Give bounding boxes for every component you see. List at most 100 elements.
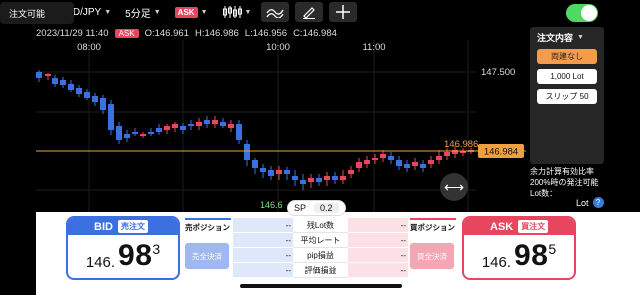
order-enabled-label: 注文可能 <box>9 8 46 19</box>
candle-body <box>52 78 58 84</box>
vertical-gridlines <box>88 40 469 212</box>
sell-value: -- <box>233 218 293 233</box>
hedge-option-button[interactable]: 両建なし <box>537 49 597 64</box>
bid-header: BID 売注文 <box>68 218 178 235</box>
candle-body <box>372 158 378 160</box>
spread-label: SP <box>294 203 307 213</box>
buy-value: -- <box>348 233 408 248</box>
side-select[interactable]: ASK ▼ <box>171 2 212 22</box>
table-row: -- 評価損益 -- <box>233 263 408 278</box>
order-settings-header[interactable]: 注文内容 ▼ <box>530 29 604 45</box>
timeframe-select[interactable]: 5分足 ▼ <box>121 2 165 22</box>
candle-body <box>428 160 434 164</box>
chevron-down-icon: ▼ <box>577 33 584 41</box>
ask-price-main: 98 <box>514 239 549 272</box>
row-label: pip損益 <box>293 248 348 263</box>
buy-position-column: 買ポジション 買全決済 <box>410 218 456 280</box>
ask-header: ASK 買注文 <box>464 218 574 235</box>
ask-price-prefix: 146. <box>481 254 512 271</box>
bid-price-pip: 3 <box>152 241 161 257</box>
candle-body <box>348 170 354 174</box>
candle-body <box>228 124 234 128</box>
candle-body <box>100 98 106 110</box>
table-row: -- 残Lot数 -- <box>233 218 408 233</box>
candle-body <box>36 72 42 78</box>
order-settings-title: 注文内容 <box>537 32 574 43</box>
bid-price-main: 98 <box>118 239 153 272</box>
bid-price-prefix: 146. <box>85 254 116 271</box>
indicator-wave-icon <box>266 9 285 18</box>
home-indicator <box>240 284 402 288</box>
sell-settle-all-button[interactable]: 売全決済 <box>185 243 229 269</box>
bid-sell-button[interactable]: BID 売注文 146. 98 3 <box>66 216 180 280</box>
candle-body <box>140 134 146 136</box>
candle-body <box>156 128 162 132</box>
sell-position-title: 売ポジション <box>185 218 231 233</box>
plus-icon <box>336 5 351 19</box>
ask-buy-button[interactable]: ASK 買注文 146. 98 5 <box>462 216 576 280</box>
table-row: -- 平均レート -- <box>233 233 408 248</box>
price-axis-label: 147.500 <box>481 67 515 78</box>
candle-body <box>204 120 210 124</box>
sell-value: -- <box>233 248 293 263</box>
bid-price: 146. 98 3 <box>68 235 178 273</box>
expand-chart-button[interactable]: ⟷ <box>440 173 468 201</box>
candlestick-icon <box>222 6 242 18</box>
candle-body <box>356 162 362 168</box>
calc-text: 余力計算有効比率 <box>530 167 594 176</box>
candle-body <box>436 156 442 160</box>
buy-settle-all-button[interactable]: 買全決済 <box>410 243 454 269</box>
low-value: L:146.956 <box>244 27 288 39</box>
time-label: 11:00 <box>362 42 385 53</box>
candle-body <box>116 126 122 140</box>
candle-body <box>340 176 346 180</box>
candle-body <box>404 164 410 168</box>
candle-body <box>68 84 74 90</box>
buy-value: -- <box>348 248 408 263</box>
draw-button[interactable] <box>295 2 324 22</box>
spread-value: 0.2 <box>314 203 339 213</box>
sell-order-tag: 売注文 <box>117 220 148 233</box>
trading-app: USD/JPY ▼ 5分足 ▼ ASK ▼ ▼ 2023/11/29 11:40… <box>0 0 640 295</box>
candle-body <box>244 144 250 160</box>
ask-price: 146. 98 5 <box>464 235 574 273</box>
candle-body <box>212 120 218 124</box>
chart-toolbar: USD/JPY ▼ 5分足 ▼ ASK ▼ ▼ <box>36 0 526 24</box>
open-value: O:146.961 <box>144 27 189 39</box>
chart-type-select[interactable]: ▼ <box>218 2 256 22</box>
crosshair-button[interactable] <box>329 2 358 22</box>
candle-body <box>268 170 274 176</box>
slippage-button[interactable]: スリップ 50 <box>537 89 597 104</box>
candle-body <box>180 126 186 130</box>
candle-body <box>412 162 418 166</box>
spread-indicator: SP 0.2 <box>288 201 345 215</box>
candle-body <box>380 154 386 158</box>
row-label: 平均レート <box>293 233 348 248</box>
time-label: 08:00 <box>77 42 101 53</box>
chevron-down-icon: ▼ <box>104 8 112 16</box>
pencil-icon <box>303 7 316 19</box>
candle-body <box>364 160 370 164</box>
side-badge: ASK <box>114 28 139 38</box>
candle-body <box>236 124 242 140</box>
candle-body <box>420 164 426 168</box>
chevron-down-icon: ▼ <box>200 8 208 16</box>
candle-body <box>388 156 394 160</box>
order-enabled-card: 注文可能 <box>0 2 74 24</box>
lot-size-button[interactable]: 1,000 Lot <box>537 69 597 84</box>
side-tag: ASK <box>174 6 198 18</box>
low-price-label: 146.6 <box>260 200 283 210</box>
candle-body <box>300 180 306 184</box>
help-icon[interactable]: ? <box>592 197 604 208</box>
candle-body <box>252 160 258 168</box>
candle-body <box>196 122 202 126</box>
candle-body <box>188 124 194 126</box>
candle-body <box>316 178 322 182</box>
available-lot-info: 余力計算有効比率 200%時の発注可能 Lot数： <box>530 166 610 199</box>
candle-body <box>276 170 282 174</box>
ask-price-pip: 5 <box>548 241 557 257</box>
buy-order-tag: 買注文 <box>518 220 549 233</box>
table-row: -- pip損益 -- <box>233 248 408 263</box>
candle-body <box>124 134 130 138</box>
indicator-button[interactable] <box>261 2 290 22</box>
